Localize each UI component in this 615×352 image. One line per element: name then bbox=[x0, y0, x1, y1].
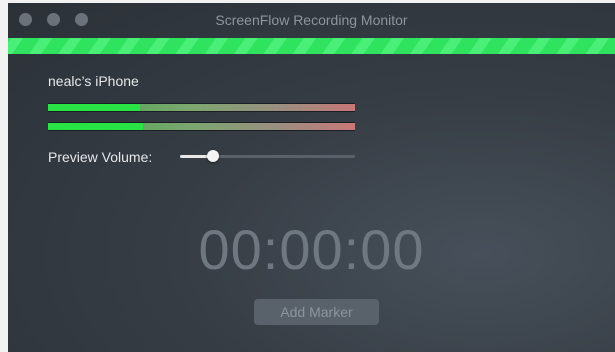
window-title: ScreenFlow Recording Monitor bbox=[215, 12, 408, 28]
audio-level-meter-right bbox=[48, 122, 355, 131]
slider-knob[interactable] bbox=[207, 150, 220, 162]
preview-volume-slider[interactable] bbox=[180, 146, 355, 166]
device-name-label: nealc’s iPhone bbox=[48, 73, 139, 89]
recording-monitor-window: ScreenFlow Recording Monitor nealc’s iPh… bbox=[8, 3, 615, 352]
title-bar: ScreenFlow Recording Monitor bbox=[8, 3, 615, 38]
preview-volume-label: Preview Volume: bbox=[48, 149, 153, 165]
add-marker-button[interactable]: Add Marker bbox=[254, 299, 379, 325]
audio-level-fill-left bbox=[48, 104, 141, 111]
recording-timer: 00:00:00 bbox=[198, 218, 425, 281]
audio-level-fill-right bbox=[48, 123, 144, 130]
audio-level-meter-left bbox=[48, 103, 355, 112]
recording-status-bar bbox=[8, 38, 615, 54]
